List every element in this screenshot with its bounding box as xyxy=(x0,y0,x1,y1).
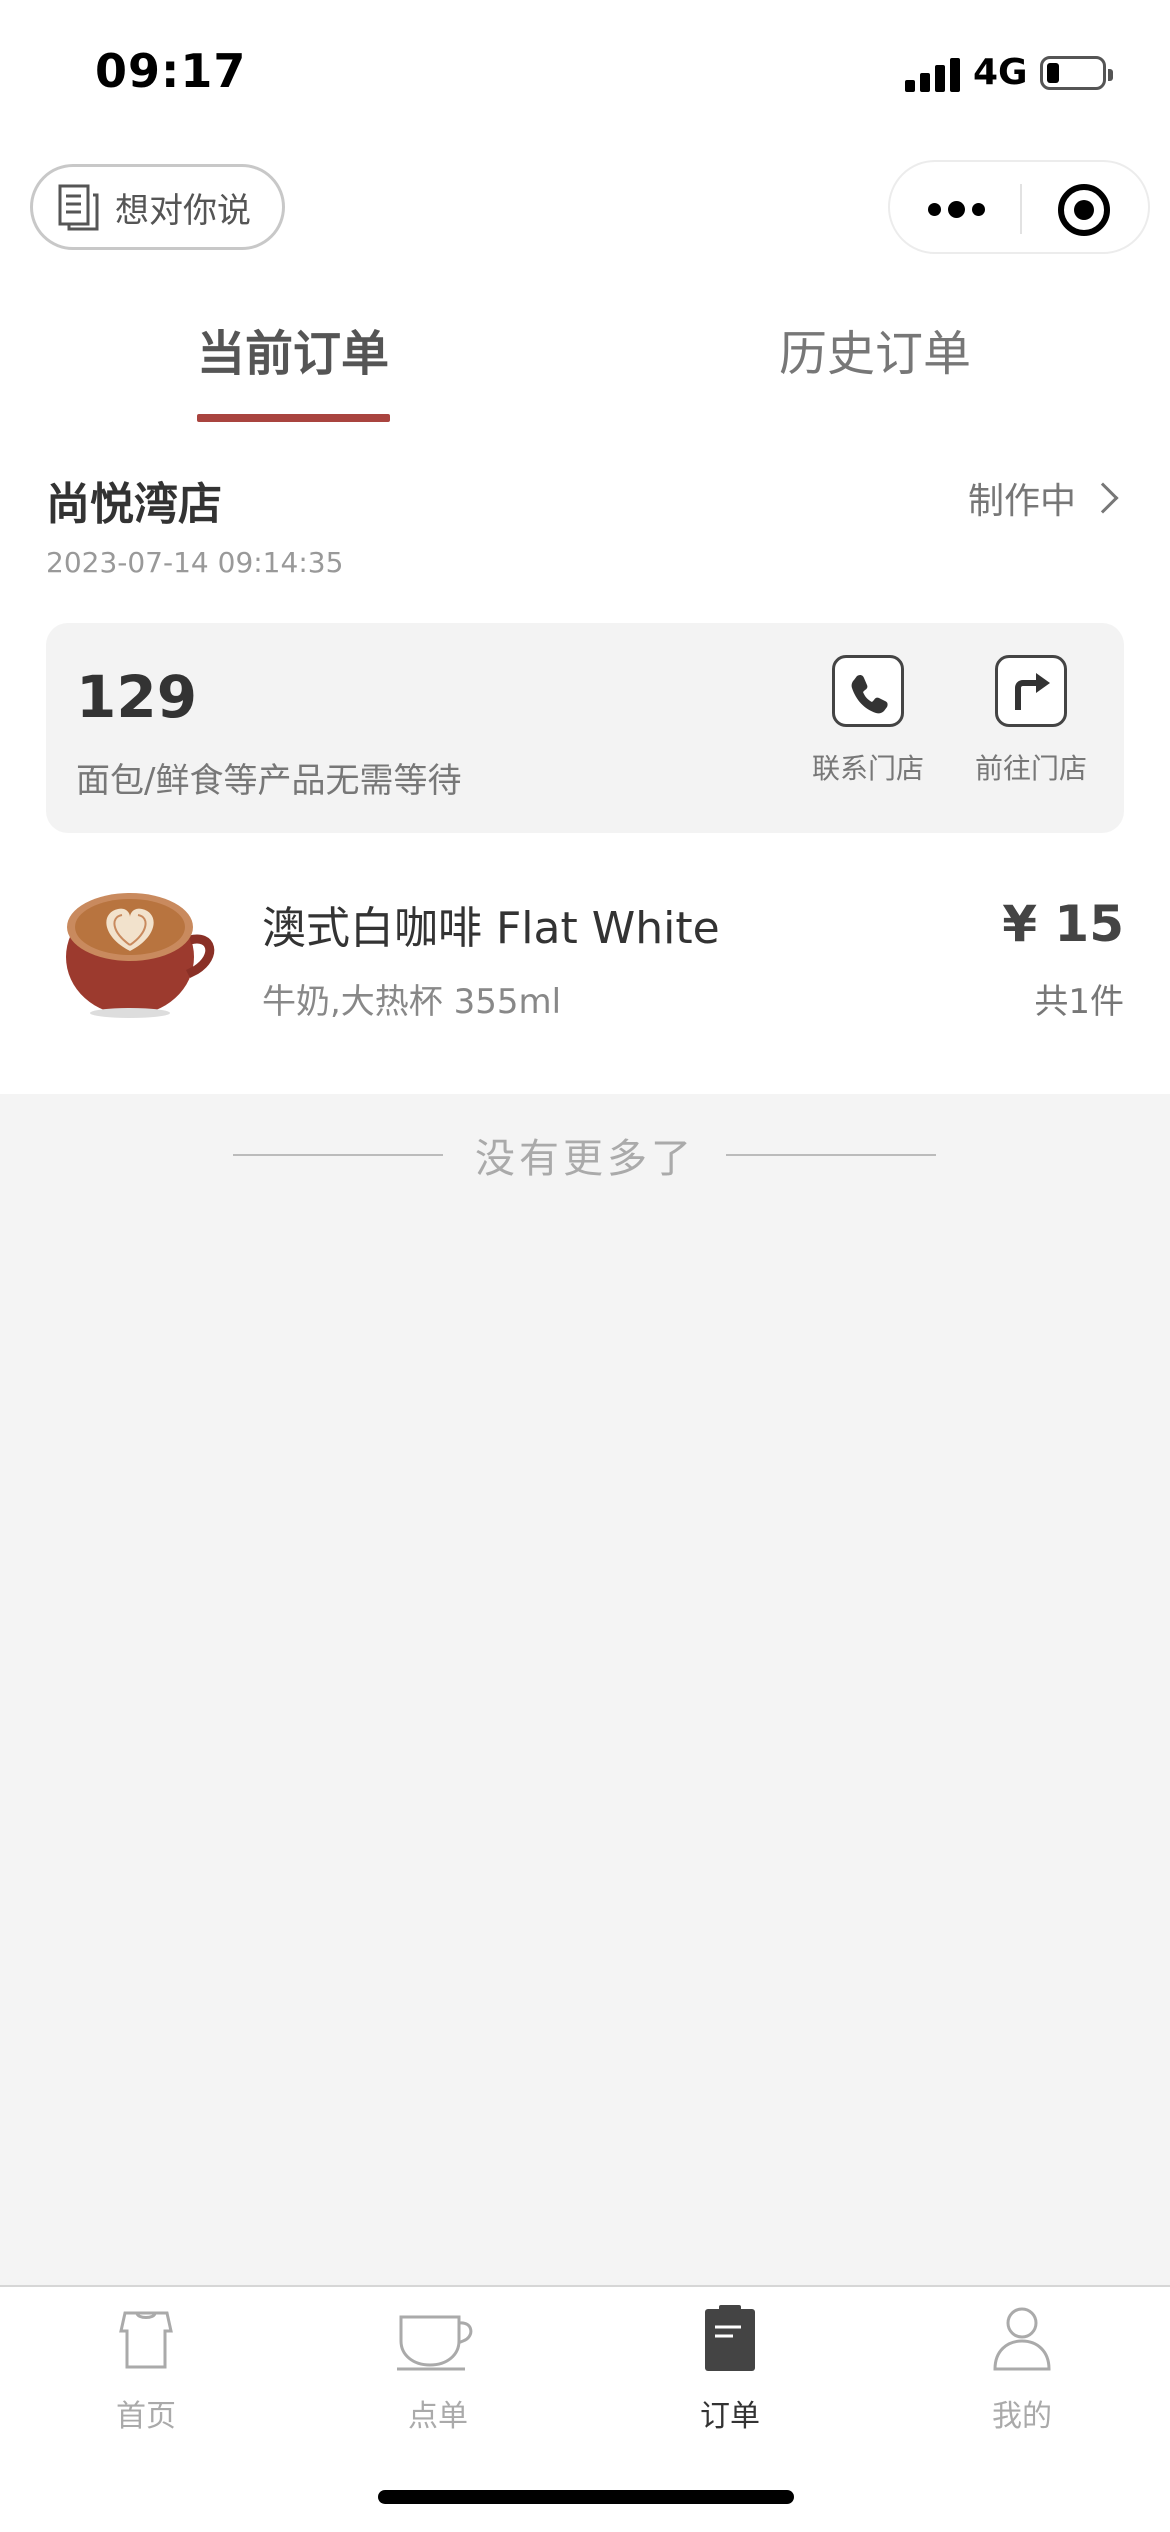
phone-icon xyxy=(832,655,904,727)
order-status-label: 制作中 xyxy=(967,481,1076,522)
flat-white-image xyxy=(66,893,215,1018)
product-quantity: 共1件 xyxy=(1034,982,1124,1022)
feedback-button[interactable]: 想对你说 xyxy=(30,164,285,250)
nav-orders[interactable]: 订单 xyxy=(640,2303,820,2435)
home-indicator[interactable] xyxy=(378,2490,794,2504)
status-time: 09:17 xyxy=(95,44,247,98)
product-spec: 牛奶,大热杯 355ml xyxy=(262,982,562,1022)
active-tab-indicator xyxy=(197,414,390,422)
nav-home-label: 首页 xyxy=(116,2399,176,2434)
nav-profile[interactable]: 我的 xyxy=(932,2303,1112,2435)
contact-store-label: 联系门店 xyxy=(811,752,924,785)
network-label: 4G xyxy=(973,52,1028,93)
nav-profile-label: 我的 xyxy=(992,2399,1052,2434)
pickup-note: 面包/鲜食等产品无需等待 xyxy=(76,761,462,801)
nav-orders-label: 订单 xyxy=(700,2399,760,2434)
product-price: ¥ 15 xyxy=(1002,895,1124,953)
signal-icon xyxy=(905,56,961,92)
order-time: 2023-07-14 09:14:35 xyxy=(46,546,344,579)
product-name: 澳式白咖啡 Flat White xyxy=(262,903,720,954)
close-target-icon[interactable] xyxy=(1058,184,1110,236)
directions-icon xyxy=(995,655,1067,727)
pickup-code: 129 xyxy=(76,663,198,731)
status-bar: 09:17 4G xyxy=(0,0,1170,150)
nav-menu[interactable]: 点单 xyxy=(348,2303,528,2435)
capsule-menu xyxy=(888,160,1150,254)
capsule-divider xyxy=(1020,184,1022,234)
clipboard-icon xyxy=(705,2305,755,2371)
go-to-store-button[interactable]: 前往门店 xyxy=(966,655,1096,787)
tab-current-orders[interactable]: 当前订单 xyxy=(143,314,443,384)
store-name: 尚悦湾店 xyxy=(46,479,222,530)
document-icon xyxy=(58,184,99,231)
orders-page: 09:17 4G 想对你说 当前订单 历史订单 尚悦湾店 2023-07-14 … xyxy=(0,0,1170,2532)
more-icon[interactable] xyxy=(928,192,988,226)
contact-store-button[interactable]: 联系门店 xyxy=(803,655,933,787)
cup-icon xyxy=(397,2315,473,2371)
shirt-icon xyxy=(119,2311,173,2369)
person-icon xyxy=(993,2307,1051,2371)
pickup-card: 129 面包/鲜食等产品无需等待 联系门店 前往门店 xyxy=(46,623,1124,833)
order-status-link[interactable]: 制作中 xyxy=(967,472,1119,524)
feedback-label: 想对你说 xyxy=(115,190,251,231)
tab-history-orders[interactable]: 历史订单 xyxy=(725,314,1025,384)
list-end-text: 没有更多了 xyxy=(475,1136,695,1182)
end-divider-right xyxy=(726,1154,936,1156)
chevron-right-icon xyxy=(1087,482,1119,514)
go-to-store-label: 前往门店 xyxy=(974,752,1087,785)
nav-menu-label: 点单 xyxy=(408,2399,468,2434)
battery-icon xyxy=(1040,56,1113,90)
nav-home[interactable]: 首页 xyxy=(56,2303,236,2435)
